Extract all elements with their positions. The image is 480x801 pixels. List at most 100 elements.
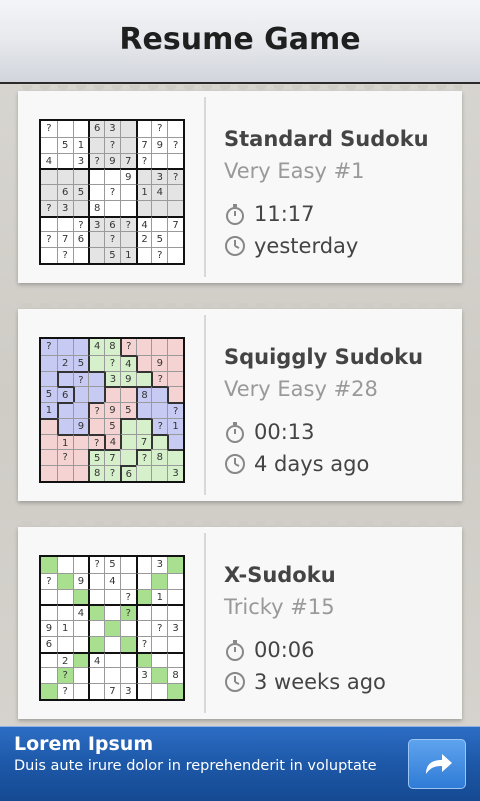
sudoku-cell [167, 199, 183, 216]
sudoku-cell [56, 339, 73, 355]
sudoku-cell [88, 168, 105, 185]
sudoku-cell [151, 386, 168, 403]
sudoku-cell: 9 [104, 402, 120, 418]
last-played-row: yesterday [224, 234, 358, 258]
sudoku-cell [56, 370, 73, 387]
sudoku-cell [88, 620, 105, 636]
sudoku-cell [104, 604, 120, 621]
sudoku-cell: 8 [167, 667, 183, 684]
card-divider [204, 533, 206, 713]
sudoku-cell [88, 635, 105, 652]
sudoku-cell [104, 168, 120, 185]
sudoku-cell [56, 465, 73, 481]
sudoku-cell [41, 184, 57, 200]
sudoku-cell: 8 [151, 449, 168, 466]
sudoku-cell [135, 651, 152, 668]
sudoku-cell [151, 199, 168, 216]
sudoku-cell [135, 339, 152, 355]
sudoku-cell [151, 465, 168, 481]
sudoku-cell: 2 [56, 354, 73, 371]
sudoku-cell: 3 [167, 465, 183, 481]
sudoku-cell: 4 [104, 572, 120, 589]
sudoku-cell [41, 354, 57, 371]
sudoku-cell [88, 588, 105, 605]
sudoku-cell [167, 651, 183, 668]
sudoku-cell: 9 [72, 417, 89, 434]
sudoku-thumbnail: ? 6 3? 5 1? 7 9? 4 3? 9 7? 9 3? 6 5? 1 4? 3 8? 3 6? 4 7? 7 6? 2 5?… [39, 119, 185, 265]
sudoku-cell [72, 465, 89, 481]
sudoku-cell: 7 [135, 136, 152, 153]
sudoku-cell [56, 152, 73, 169]
sudoku-cell: ? [41, 199, 57, 216]
sudoku-cell [119, 557, 136, 573]
sudoku-cell [151, 215, 168, 232]
sudoku-cell: ? [56, 683, 73, 699]
sudoku-cell: 3 [135, 667, 152, 684]
sudoku-cell: 3 [104, 121, 120, 137]
sudoku-cell: 6 [56, 386, 73, 403]
sudoku-cell [135, 354, 152, 371]
saved-game-card-squiggly[interactable]: ? 4 8? 2 5? 4 9? 3 9? 5 6 8 1? 9 5? 9 5? 1 1? 4 7? 5 7? 8 8? 6 3 S… [18, 303, 462, 501]
sudoku-cell: 3 [88, 215, 105, 232]
sudoku-cell [119, 620, 136, 636]
sudoku-cell: 6 [104, 215, 120, 232]
play-time-row: 11:17 [224, 202, 315, 226]
sudoku-cell [167, 339, 183, 355]
sudoku-cell [88, 247, 105, 263]
sudoku-cell: ? [104, 136, 120, 153]
sudoku-cell: ? [167, 136, 183, 153]
sudoku-cell: 8 [88, 199, 105, 216]
sudoku-cell: ? [104, 184, 120, 200]
sudoku-cell [167, 683, 183, 699]
sudoku-cell: ? [151, 247, 168, 263]
sudoku-cell: 3 [167, 620, 183, 636]
sudoku-cell [104, 635, 120, 652]
sudoku-cell [56, 557, 73, 573]
sudoku-cell [135, 247, 152, 263]
sudoku-cell [167, 449, 183, 466]
sudoku-cell: 1 [151, 588, 168, 605]
sudoku-cell [135, 557, 152, 573]
sudoku-cell: 7 [104, 683, 120, 699]
ad-open-button[interactable] [408, 739, 466, 789]
sudoku-cell [167, 604, 183, 621]
sudoku-cell: ? [104, 231, 120, 248]
sudoku-cell [41, 588, 57, 605]
sudoku-cell: ? [135, 449, 152, 466]
game-name: Standard Sudoku [224, 127, 429, 151]
sudoku-cell [41, 215, 57, 232]
sudoku-cell [167, 588, 183, 605]
sudoku-cell [72, 449, 89, 466]
sudoku-cell [119, 136, 136, 153]
sudoku-cell [56, 168, 73, 185]
sudoku-cell [135, 465, 152, 481]
sudoku-cell: 2 [135, 231, 152, 248]
sudoku-cell: 3 [151, 168, 168, 185]
sudoku-cell [104, 588, 120, 605]
sudoku-cell [41, 370, 57, 387]
sudoku-cell [167, 354, 183, 371]
sudoku-cell: 6 [72, 231, 89, 248]
sudoku-cell [119, 121, 136, 137]
sudoku-cell [41, 449, 57, 466]
sudoku-cell: ? [104, 465, 120, 481]
title-bar: Resume Game [0, 0, 480, 84]
sudoku-cell [104, 651, 120, 668]
sudoku-cell [135, 417, 152, 434]
sudoku-thumbnail: ? 5 3? 9 4? 1 4? 9 1? 3 6? 2 4? 3 8? 7 3 [39, 555, 185, 701]
sudoku-cell [72, 121, 89, 137]
sudoku-cell [72, 683, 89, 699]
sudoku-cell: 1 [167, 417, 183, 434]
sudoku-cell: 4 [72, 604, 89, 621]
sudoku-cell [72, 339, 89, 355]
sudoku-cell: ? [41, 339, 57, 355]
sudoku-cell: 5 [72, 354, 89, 371]
saved-game-card-standard[interactable]: ? 6 3? 5 1? 7 9? 4 3? 9 7? 9 3? 6 5? 1 4? 3 8? 3 6? 4 7? 7 6? 2 5?… [18, 85, 462, 283]
sudoku-cell: ? [41, 121, 57, 137]
sudoku-cell [88, 354, 105, 371]
sudoku-cell [119, 184, 136, 200]
ad-banner[interactable]: Lorem Ipsum Duis aute irure dolor in rep… [0, 726, 480, 801]
saved-game-card-x-sudoku[interactable]: ? 5 3? 9 4? 1 4? 9 1? 3 6? 2 4? 3 8? 7 3 X-Sudoku Tricky… [18, 521, 462, 719]
play-time-row: 00:13 [224, 420, 315, 444]
sudoku-cell [56, 635, 73, 652]
